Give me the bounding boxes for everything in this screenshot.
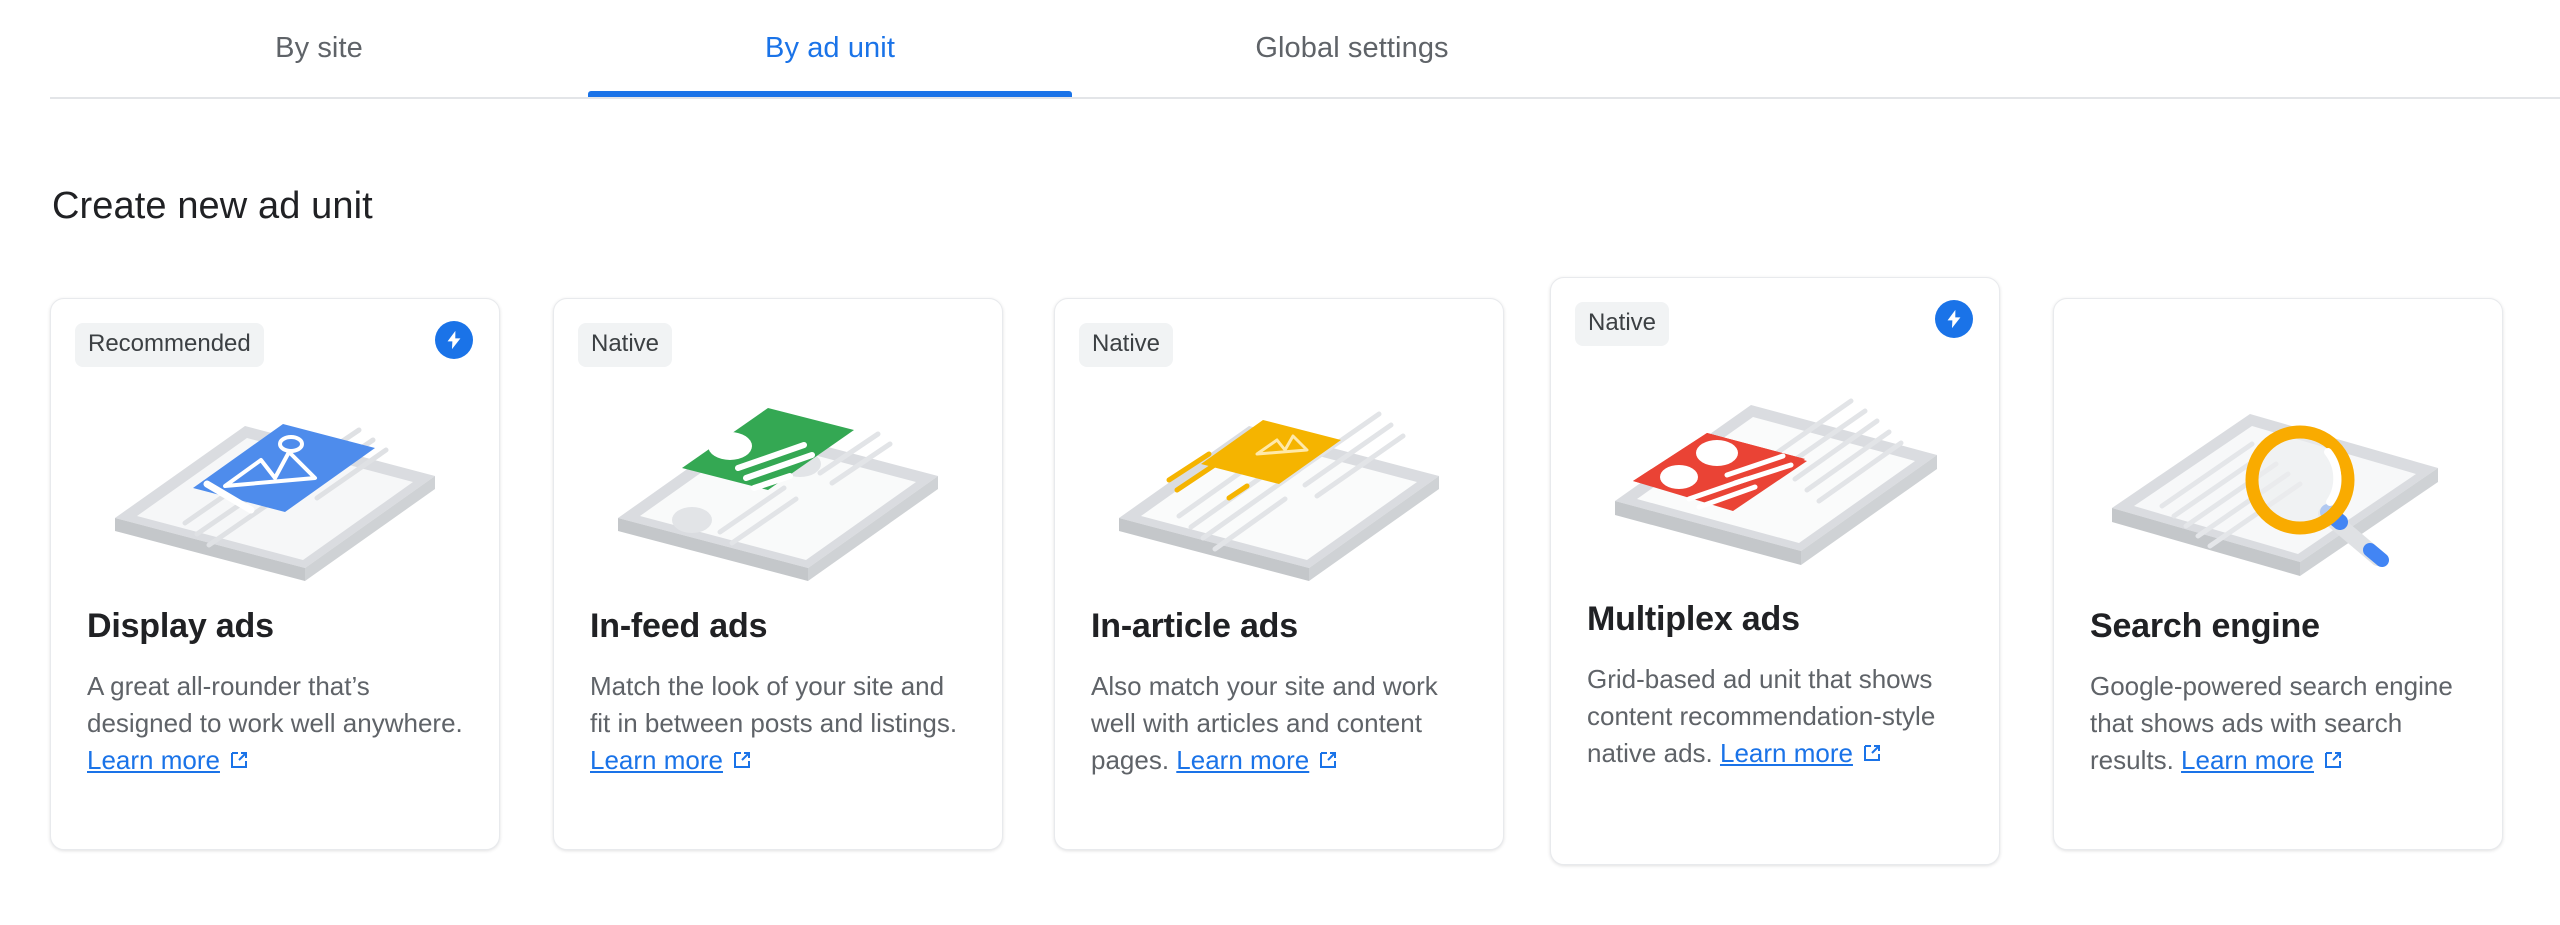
card-title: In-article ads [1091,607,1467,646]
card-body: In-feed ads Match the look of your site … [554,607,1002,782]
card-description: Grid-based ad unit that shows content re… [1587,661,1963,775]
card-description: Also match your site and work well with … [1091,668,1467,782]
card-title: Search engine [2090,607,2466,646]
tab-by-ad-unit[interactable]: By ad unit [588,0,1072,97]
in-feed-ads-illustration [554,359,1002,607]
external-link-icon[interactable] [2321,745,2345,782]
tab-bar: By site By ad unit Global settings [0,0,2560,100]
card-body: In-article ads Also match your site and … [1055,607,1503,782]
display-ads-illustration [51,359,499,607]
card-header: Native [1055,299,1503,359]
card-description: Match the look of your site and fit in b… [590,668,966,782]
card-title: In-feed ads [590,607,966,646]
card-header: Recommended [51,299,499,359]
ad-unit-card-in-feed-ads[interactable]: Native [553,298,1003,850]
ad-unit-card-display-ads[interactable]: Recommended [50,298,500,850]
tab-global-settings[interactable]: Global settings [1072,0,1632,97]
learn-more-link[interactable]: Learn more [2181,745,2314,775]
tab-global-settings-label: Global settings [1255,32,1448,65]
card-description: A great all-rounder that’s designed to w… [87,668,463,782]
tab-by-ad-unit-label: By ad unit [765,32,895,65]
external-link-icon[interactable] [1316,745,1340,782]
ad-unit-card-multiplex-ads[interactable]: Native [1550,277,2000,865]
external-link-icon[interactable] [227,745,251,782]
ad-unit-card-grid: Recommended [0,0,2560,925]
bolt-icon [1935,300,1973,338]
tab-by-site-label: By site [275,32,363,65]
multiplex-ads-illustration [1551,338,1999,600]
learn-more-link[interactable]: Learn more [1720,738,1853,768]
card-header: Native [1551,278,1999,338]
external-link-icon[interactable] [1860,738,1884,775]
bolt-icon [435,321,473,359]
in-article-ads-illustration [1055,359,1503,607]
learn-more-link[interactable]: Learn more [87,745,220,775]
card-description-text: Match the look of your site and fit in b… [590,671,957,738]
card-body: Search engine Google-powered search engi… [2054,607,2502,782]
page-title: Create new ad unit [52,185,373,228]
ad-unit-card-in-article-ads[interactable]: Native [1054,298,1504,850]
card-title: Display ads [87,607,463,646]
ad-unit-card-search-engine[interactable]: Search engine Google-powered search engi… [2053,298,2503,850]
card-title: Multiplex ads [1587,600,1963,639]
card-description: Google-powered search engine that shows … [2090,668,2466,782]
card-header: Native [554,299,1002,359]
external-link-icon[interactable] [730,745,754,782]
search-engine-illustration [2054,359,2502,607]
learn-more-link[interactable]: Learn more [1176,745,1309,775]
tab-by-site[interactable]: By site [50,0,588,97]
card-body: Multiplex ads Grid-based ad unit that sh… [1551,600,1999,775]
tab-list: By site By ad unit Global settings [50,0,1632,97]
card-body: Display ads A great all-rounder that’s d… [51,607,499,782]
card-header [2054,299,2502,359]
tab-divider [50,97,2560,99]
learn-more-link[interactable]: Learn more [590,745,723,775]
card-description-text: A great all-rounder that’s designed to w… [87,671,463,738]
